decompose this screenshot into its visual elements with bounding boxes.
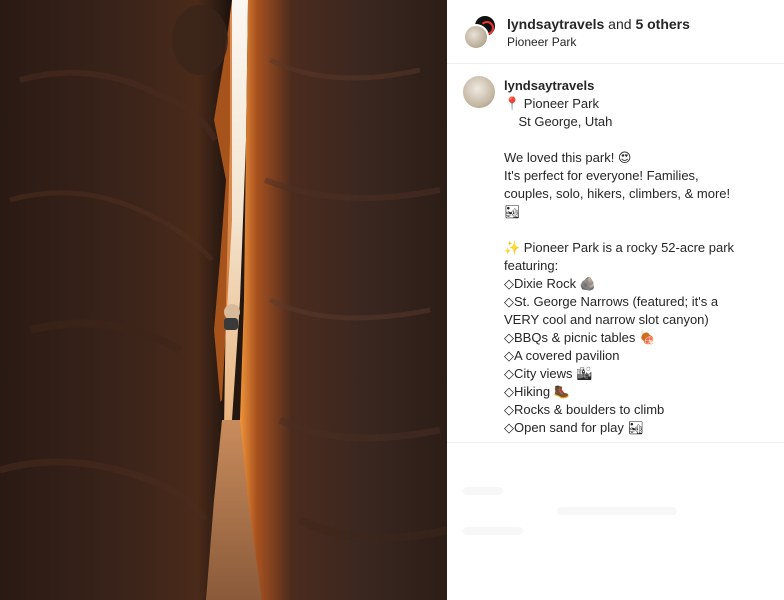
caption-line: We loved this park! 😍 — [504, 150, 632, 165]
header-username-link[interactable]: lyndsaytravels — [507, 16, 604, 32]
placeholder-bar — [463, 487, 503, 495]
caption-line: couples, solo, hikers, climbers, & more! — [504, 186, 731, 201]
post-header: lyndsaytravels and 5 others Pioneer Park — [447, 0, 784, 64]
comments-area[interactable]: lyndsaytravels 📍 Pioneer Park St George,… — [447, 64, 784, 442]
post-photo[interactable] — [0, 0, 447, 600]
caption-line: ◇St. George Narrows (featured; it's a — [504, 294, 719, 309]
avatar[interactable] — [463, 24, 489, 50]
caption-line: ✨ Pioneer Park is a rocky 52-acre park — [504, 240, 735, 255]
caption-line: 🏜 — [504, 204, 521, 219]
placeholder-bar — [463, 527, 523, 535]
caption-line: ◇Hiking 🥾 — [504, 384, 570, 399]
post-side-panel: lyndsaytravels and 5 others Pioneer Park… — [447, 0, 784, 600]
header-location-link[interactable]: Pioneer Park — [507, 35, 576, 49]
caption-line: ◇A covered pavilion — [504, 348, 620, 363]
header-username-line: lyndsaytravels and 5 others — [507, 16, 690, 32]
caption-line — [504, 131, 776, 149]
placeholder-bar — [557, 507, 677, 515]
panel-footer-placeholder — [447, 442, 784, 600]
caption-line: ◇BBQs & picnic tables 🍖 — [504, 330, 656, 345]
caption-line: ◇Open sand for play 🏜 — [504, 420, 644, 435]
caption-line: ◇City views 🏙 — [504, 366, 593, 381]
caption-line: St George, Utah — [504, 114, 613, 129]
caption-line: It's perfect for everyone! Families, — [504, 168, 699, 183]
caption-line: ◇Dixie Rock 🪨 — [504, 276, 596, 291]
post-dialog: lyndsaytravels and 5 others Pioneer Park… — [0, 0, 784, 600]
slot-canyon-image — [0, 0, 447, 600]
header-and-text: and — [604, 16, 636, 32]
caption-line: VERY cool and narrow slot canyon) — [504, 312, 709, 327]
caption-line: ◇Rocks & boulders to climb — [504, 402, 665, 417]
caption-username-link[interactable]: lyndsaytravels — [504, 77, 776, 95]
header-others-link[interactable]: 5 others — [635, 16, 689, 32]
caption-line: 📍 Pioneer Park — [504, 96, 599, 111]
caption-line: featuring: — [504, 258, 559, 273]
collab-avatars[interactable] — [463, 14, 499, 50]
caption: lyndsaytravels 📍 Pioneer Park St George,… — [504, 77, 776, 437]
avatar[interactable] — [463, 76, 495, 108]
caption-line — [504, 221, 776, 239]
